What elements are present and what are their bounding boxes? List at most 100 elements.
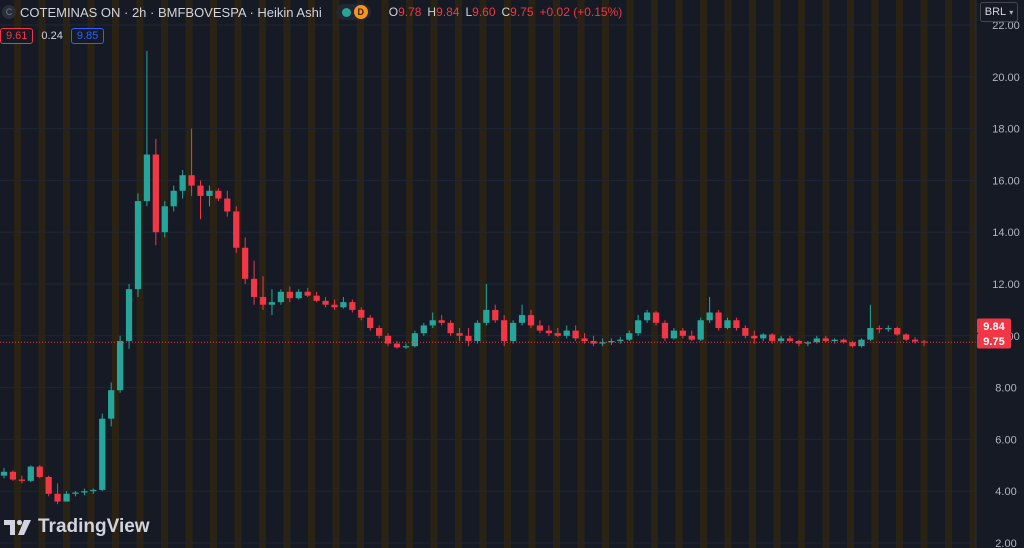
price-axis-tick-label: 6.00 bbox=[995, 434, 1016, 446]
tradingview-logo-icon bbox=[4, 519, 31, 535]
ohlc-open-value: 9.78 bbox=[398, 5, 422, 19]
ohlc-low-value: 9.60 bbox=[472, 5, 496, 19]
candle-body bbox=[876, 328, 883, 330]
session-band bbox=[283, 0, 291, 548]
candle-body bbox=[769, 334, 776, 341]
session-band bbox=[357, 0, 364, 548]
session-band bbox=[308, 0, 315, 548]
symbol-title[interactable]: COTEMINAS ON · 2h · BMFBOVESPA · Heikin … bbox=[20, 5, 322, 20]
candle bbox=[733, 317, 740, 331]
candle bbox=[545, 325, 552, 336]
session-band bbox=[602, 0, 609, 548]
candle bbox=[518, 304, 526, 326]
candle-body bbox=[242, 247, 249, 279]
candle bbox=[804, 340, 812, 347]
currency-selector[interactable]: BRL ▾ bbox=[980, 2, 1018, 22]
session-band bbox=[455, 0, 462, 548]
candle-body bbox=[429, 320, 436, 326]
candle-body bbox=[670, 330, 678, 339]
candle bbox=[233, 206, 240, 253]
candle-body bbox=[304, 291, 311, 296]
session-band bbox=[577, 0, 585, 548]
candle-body bbox=[849, 342, 856, 347]
candle-body bbox=[831, 339, 838, 341]
session-band bbox=[234, 0, 242, 548]
candle-body bbox=[679, 330, 686, 336]
candle bbox=[340, 296, 347, 309]
candle-body bbox=[27, 466, 34, 481]
candle-body bbox=[152, 154, 159, 233]
candle-body bbox=[54, 493, 61, 502]
chart-header: C COTEMINAS ON · 2h · BMFBOVESPA · Heiki… bbox=[0, 0, 960, 24]
candle-body bbox=[277, 291, 285, 303]
candle bbox=[715, 309, 722, 331]
candle bbox=[786, 335, 794, 343]
session-band bbox=[651, 0, 658, 548]
candle bbox=[894, 326, 901, 336]
price-chart[interactable]: 22.0020.0018.0016.0014.0012.0010.008.006… bbox=[0, 0, 1024, 548]
candle-body bbox=[9, 471, 17, 480]
candle-body bbox=[510, 322, 517, 341]
candle bbox=[161, 201, 168, 238]
candle-body bbox=[885, 328, 892, 330]
candle bbox=[492, 304, 499, 323]
candle bbox=[643, 309, 651, 323]
candle bbox=[250, 260, 258, 305]
session-band bbox=[185, 0, 193, 548]
session-band bbox=[969, 0, 977, 548]
candle-body bbox=[161, 206, 168, 233]
candle bbox=[420, 322, 427, 336]
candle-body bbox=[626, 333, 633, 340]
candle-body bbox=[18, 479, 25, 481]
candle bbox=[54, 483, 61, 505]
candle-body bbox=[688, 335, 695, 340]
candle-body bbox=[724, 320, 731, 329]
candle-body bbox=[45, 476, 52, 494]
candle-body bbox=[518, 315, 526, 323]
candle-body bbox=[617, 339, 624, 341]
candle bbox=[474, 320, 481, 344]
candle-body bbox=[635, 320, 642, 334]
candle-body bbox=[420, 325, 427, 334]
session-band bbox=[504, 0, 511, 548]
candle bbox=[706, 296, 713, 323]
buy-button[interactable]: 9.85 bbox=[70, 28, 105, 44]
candle bbox=[840, 338, 847, 344]
tradingview-logo-text: TradingView bbox=[38, 516, 150, 537]
price-label-value: 9.75 bbox=[983, 336, 1004, 348]
session-band bbox=[700, 0, 707, 548]
candle bbox=[590, 335, 597, 347]
candle-body bbox=[858, 339, 865, 347]
candle-body bbox=[733, 320, 740, 329]
candle-body bbox=[554, 333, 561, 336]
candle-body bbox=[903, 334, 910, 340]
candle-body bbox=[108, 390, 115, 419]
ohlc-open-key: O bbox=[388, 5, 399, 19]
candle-body bbox=[643, 312, 651, 321]
candle-body bbox=[911, 339, 919, 342]
candle-body bbox=[652, 312, 660, 323]
candle-body bbox=[822, 338, 829, 341]
session-band bbox=[773, 0, 781, 548]
candle bbox=[510, 320, 517, 344]
candle bbox=[72, 491, 79, 497]
data-delayed-badge[interactable]: D bbox=[353, 5, 368, 19]
tradingview-logo[interactable]: TradingView bbox=[4, 516, 150, 538]
candle-body bbox=[376, 328, 383, 336]
candle bbox=[36, 465, 43, 479]
session-band bbox=[332, 0, 340, 548]
candle bbox=[295, 289, 302, 300]
price-axis-tick-label: 14.00 bbox=[992, 227, 1020, 239]
session-band bbox=[479, 0, 487, 548]
symbol-logo-icon[interactable]: C bbox=[2, 5, 16, 19]
candle bbox=[197, 180, 204, 220]
market-open-icon[interactable] bbox=[341, 7, 351, 17]
candle bbox=[349, 299, 356, 313]
candle bbox=[635, 315, 642, 336]
session-band bbox=[63, 0, 70, 548]
candle-body bbox=[295, 291, 302, 299]
sell-button[interactable]: 9.61 bbox=[0, 28, 34, 44]
candle-body bbox=[867, 328, 874, 340]
ohlc-high-value: 9.84 bbox=[436, 5, 460, 19]
candle-body bbox=[402, 346, 410, 348]
